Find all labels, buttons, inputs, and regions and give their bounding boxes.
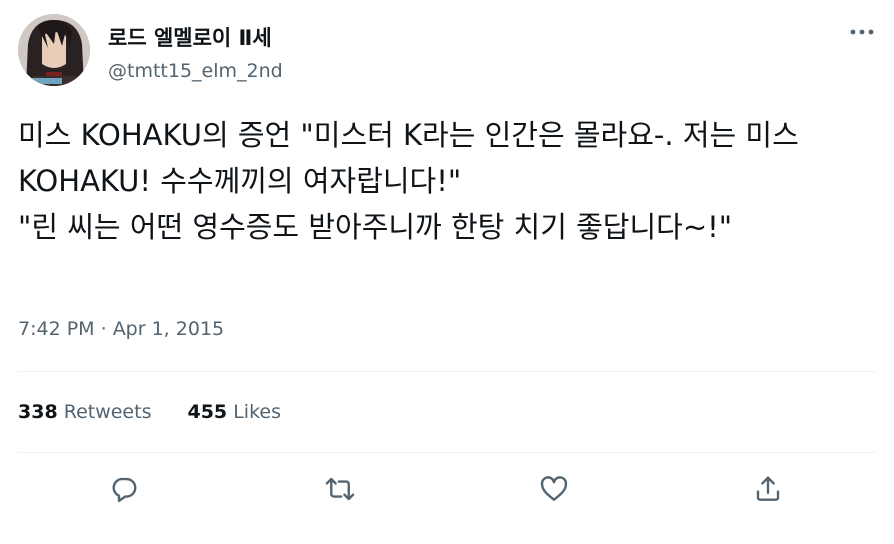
reply-icon: [112, 477, 137, 503]
retweets-label: Retweets: [63, 401, 152, 423]
divider: [18, 452, 876, 453]
retweets-count: 338: [18, 401, 58, 423]
retweets-stat[interactable]: 338 Retweets: [18, 401, 151, 423]
tweet-text: 미스 KOHAKU의 증언 "미스터 K라는 인간은 몰라요-. 저는 미스 K…: [18, 118, 799, 244]
share-button[interactable]: [748, 469, 788, 509]
more-horizontal-icon: [850, 29, 874, 35]
likes-label: Likes: [233, 401, 281, 423]
like-button[interactable]: [534, 469, 574, 509]
tweet-date[interactable]: Apr 1, 2015: [113, 318, 224, 340]
divider: [18, 371, 876, 372]
avatar[interactable]: [18, 14, 90, 86]
more-options-button[interactable]: [846, 22, 878, 42]
retweet-icon: [325, 477, 355, 501]
display-name[interactable]: 로드 엘멜로이 Ⅱ세: [108, 22, 272, 52]
share-icon: [756, 476, 780, 501]
user-handle[interactable]: @tmtt15_elm_2nd: [108, 60, 283, 82]
retweet-button[interactable]: [320, 469, 360, 509]
action-bar: [0, 463, 894, 519]
avatar-image: [18, 14, 90, 86]
heart-icon: [540, 476, 568, 501]
tweet-timestamp: 7:42 PM · Apr 1, 2015: [18, 318, 224, 340]
reply-button[interactable]: [104, 469, 144, 509]
tweet-time[interactable]: 7:42 PM: [18, 318, 95, 340]
tweet-stats: 338 Retweets 455 Likes: [18, 401, 281, 423]
likes-stat[interactable]: 455 Likes: [187, 401, 281, 423]
likes-count: 455: [187, 401, 228, 423]
timestamp-separator: ·: [94, 318, 113, 340]
